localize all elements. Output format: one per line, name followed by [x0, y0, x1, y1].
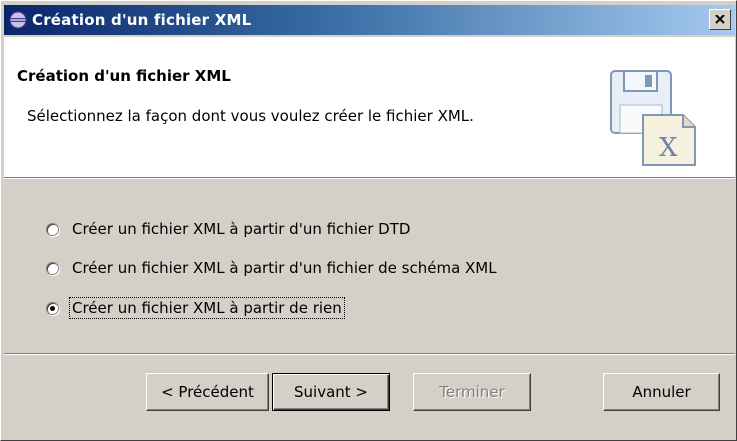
option-dtd-label[interactable]: Créer un fichier XML à partir d'un fichi…: [71, 220, 411, 238]
cancel-button[interactable]: Annuler: [603, 373, 720, 411]
page-title: Création d'un fichier XML: [17, 67, 231, 85]
title-bar[interactable]: Création d'un fichier XML: [4, 5, 735, 35]
eclipse-icon: [9, 11, 27, 29]
window-title: Création d'un fichier XML: [32, 11, 252, 29]
wizard-dialog: Création d'un fichier XML Création d'un …: [0, 0, 737, 441]
option-schema-label[interactable]: Créer un fichier XML à partir d'un fichi…: [71, 259, 498, 277]
radio-scratch[interactable]: [46, 301, 59, 315]
svg-text:X: X: [659, 133, 678, 163]
close-button[interactable]: [709, 9, 731, 30]
header-separator: [4, 177, 735, 179]
close-icon: [715, 15, 725, 24]
footer-separator: [4, 353, 735, 355]
page-description: Sélectionnez la façon dont vous voulez c…: [27, 107, 474, 125]
wizard-header: Création d'un fichier XML Sélectionnez l…: [4, 37, 735, 177]
back-button[interactable]: < Précédent: [146, 373, 269, 411]
finish-button[interactable]: Terminer: [413, 373, 531, 411]
xml-document-wizard-icon: X: [607, 65, 703, 167]
option-scratch-label[interactable]: Créer un fichier XML à partir de rien: [69, 297, 345, 319]
radio-schema[interactable]: [46, 261, 59, 275]
option-scratch[interactable]: Créer un fichier XML à partir de rien: [46, 297, 345, 319]
radio-dtd[interactable]: [46, 222, 59, 236]
option-dtd[interactable]: Créer un fichier XML à partir d'un fichi…: [46, 218, 411, 240]
next-button[interactable]: Suivant >: [272, 373, 390, 411]
option-schema[interactable]: Créer un fichier XML à partir d'un fichi…: [46, 257, 498, 279]
